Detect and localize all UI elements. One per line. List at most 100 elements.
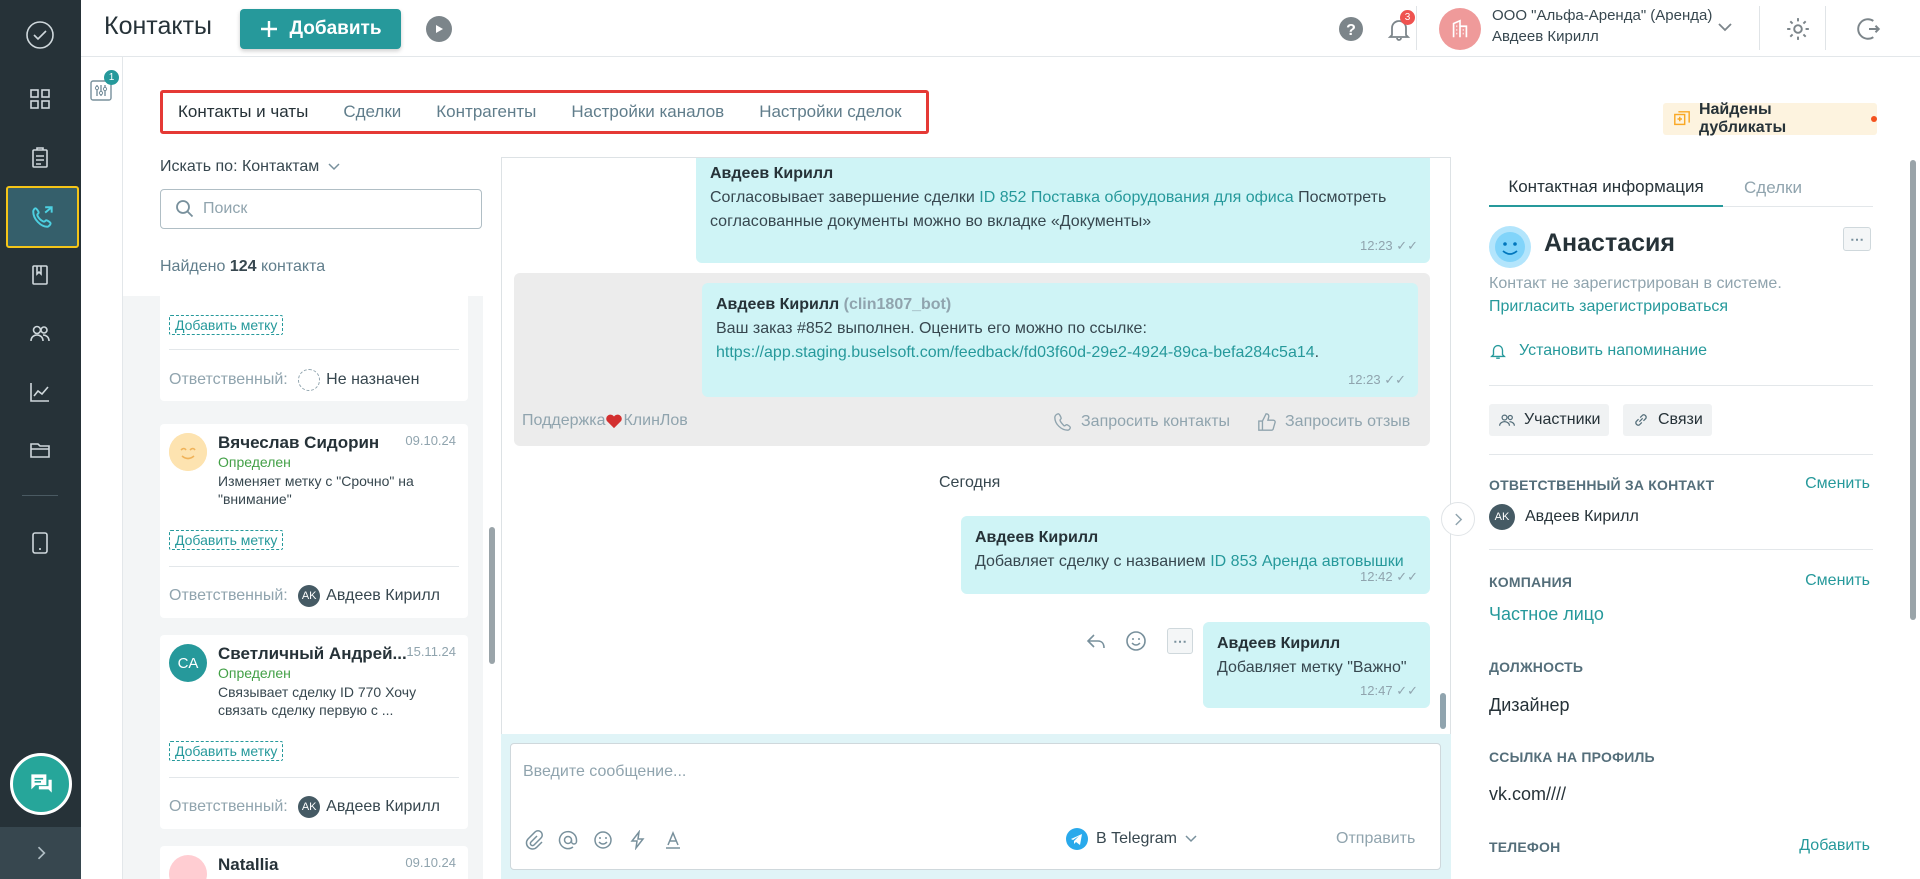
building-icon [1452,19,1468,38]
tab-contact-deals[interactable]: Сделки [1744,168,1802,207]
list-scrollbar[interactable] [489,527,495,664]
responsible-row: Ответственный: Не назначен [169,369,419,391]
profile-label: ССЫЛКА НА ПРОФИЛЬ [1489,749,1655,765]
message-bubble[interactable]: Авдеев Кирилл Согласовывает завершение с… [696,158,1430,263]
change-responsible-button[interactable]: Сменить [1805,475,1870,493]
header-divider [1825,6,1826,50]
change-company-button[interactable]: Сменить [1805,572,1870,590]
duplicates-found-button[interactable]: Найдены дубликаты [1663,101,1877,136]
channel-select[interactable]: В Telegram [1066,828,1197,850]
thumbs-up-icon [1258,413,1276,431]
message-author: Авдеев Кирилл [716,296,840,313]
logout-button[interactable] [1856,16,1882,42]
tab-counterparties[interactable]: Контрагенты [436,102,536,122]
text-format-icon[interactable] [663,830,683,850]
message-bubble[interactable]: Авдеев Кирилл Добавляет метку "Важно" 12… [1203,622,1430,708]
status-ok-icon[interactable] [18,13,62,57]
message-author: Авдеев Кирилл [710,165,834,182]
search-by-dropdown[interactable]: Искать по: Контактам [160,158,340,176]
message-time: 12:23 ✓✓ [1348,372,1406,387]
links-label: Связи [1658,411,1703,428]
channel-name-a: Поддержка [522,412,606,429]
section-divider [1489,454,1873,455]
section-divider [1489,549,1873,550]
users-icon[interactable] [18,311,62,355]
unassigned-avatar [298,369,321,391]
tab-channel-settings[interactable]: Настройки каналов [571,102,724,122]
react-button[interactable] [1125,630,1147,652]
tab-contacts-chats[interactable]: Контакты и чаты [178,102,308,122]
add-tag-button[interactable]: Добавить метку [169,530,284,550]
chevron-down-icon [328,163,340,170]
chevron-down-icon[interactable] [1717,21,1733,33]
mention-icon[interactable] [558,830,578,850]
send-button[interactable]: Отправить [1336,830,1415,848]
request-contacts-button[interactable]: Запросить контакты [1053,412,1230,432]
clipboard-icon[interactable] [18,136,62,180]
reply-button[interactable] [1085,630,1107,652]
expand-rail-button[interactable] [0,827,81,879]
contacts-nav-icon[interactable] [6,186,79,248]
right-panel-scrollbar[interactable] [1910,160,1916,620]
message-input[interactable]: Введите сообщение... [523,763,686,781]
set-reminder-button[interactable]: Установить напоминание [1489,342,1707,360]
book-icon[interactable] [18,253,62,297]
responsible-row: Ответственный: AK Авдеев Кирилл [169,796,440,818]
add-tag-button[interactable]: Добавить метку [169,741,284,761]
deal-link[interactable]: ID 852 Поставка оборудования для офиса [979,189,1293,206]
link-icon [1635,414,1647,426]
notification-count-badge: 3 [1400,10,1415,25]
time-label: 12:23 [1348,372,1381,387]
settings-button[interactable] [1785,16,1811,42]
lightning-icon[interactable] [628,830,648,850]
add-button[interactable]: Добавить [240,9,401,49]
links-button[interactable]: Связи [1623,404,1712,436]
list-item[interactable]: Вячеслав Сидорин 09.10.24 Определен Изме… [160,424,468,618]
message-bubble[interactable]: Авдеев Кирилл Добавляет сделку с названи… [961,516,1430,594]
contact-date: 15.11.24 [406,644,456,659]
tablet-icon[interactable] [18,521,62,565]
attach-icon[interactable] [523,830,543,850]
list-item[interactable]: CA Светличный Андрей... 15.11.24 Определ… [160,635,468,829]
emoji-icon[interactable] [593,830,613,850]
org-avatar[interactable] [1439,8,1481,50]
list-item[interactable]: Добавить метку Ответственный: Не назначе… [160,296,468,401]
filters-button[interactable]: 1 [89,70,119,104]
play-tutorial-button[interactable] [426,16,452,42]
analytics-icon[interactable] [18,370,62,414]
support-chat-button[interactable] [10,753,72,815]
dashboard-icon[interactable] [18,77,62,121]
contact-list: Добавить метку Ответственный: Не назначе… [123,296,483,879]
tab-contact-info[interactable]: Контактная информация [1489,168,1723,207]
feedback-link[interactable]: https://app.staging.buselsoft.com/feedba… [716,344,1315,361]
responsible-label: ОТВЕТСТВЕННЫЙ ЗА КОНТАКТ [1489,477,1715,493]
more-options-icon[interactable]: ⋯ [1843,227,1871,251]
profile-value[interactable]: vk.com//// [1489,784,1566,805]
chat-scrollbar[interactable] [1440,693,1446,729]
responsible-name: Не назначен [326,371,420,389]
request-review-button[interactable]: Запросить отзыв [1257,412,1410,432]
last-message: Изменяет метку с "Срочно" на "внимание" [218,473,414,507]
participants-button[interactable]: Участники [1489,404,1610,436]
contact-name: Вячеслав Сидорин [218,433,380,452]
add-phone-button[interactable]: Добавить [1799,837,1870,855]
duplicate-icon [1674,111,1690,126]
tab-deals[interactable]: Сделки [343,102,401,122]
list-item[interactable]: Natallia 09.10.24 [160,846,468,879]
collapse-panel-button[interactable] [1441,502,1475,536]
plus-icon [261,21,278,37]
org-switcher[interactable]: ООО "Альфа-Аренда" (Аренда) Авдеев Кирил… [1492,5,1712,47]
message-text-part: Добавляет сделку с названием [975,553,1206,570]
company-link[interactable]: Частное лицо [1489,604,1604,625]
add-tag-button[interactable]: Добавить метку [169,315,284,335]
notifications-button[interactable]: 3 [1386,10,1415,42]
message-time: 12:42 ✓✓ [1360,569,1418,584]
message-bubble[interactable]: Авдеев Кирилл (clin1807_bot) Ваш заказ #… [702,283,1418,397]
folder-icon[interactable] [18,428,62,472]
page-title: Контакты [104,12,212,40]
help-button[interactable]: ? [1338,16,1364,42]
tab-deal-settings[interactable]: Настройки сделок [759,102,901,122]
more-options-icon[interactable]: ⋯ [1167,628,1193,654]
invite-link[interactable]: Пригласить зарегистрироваться [1489,298,1728,316]
search-input[interactable]: Поиск [160,189,482,229]
